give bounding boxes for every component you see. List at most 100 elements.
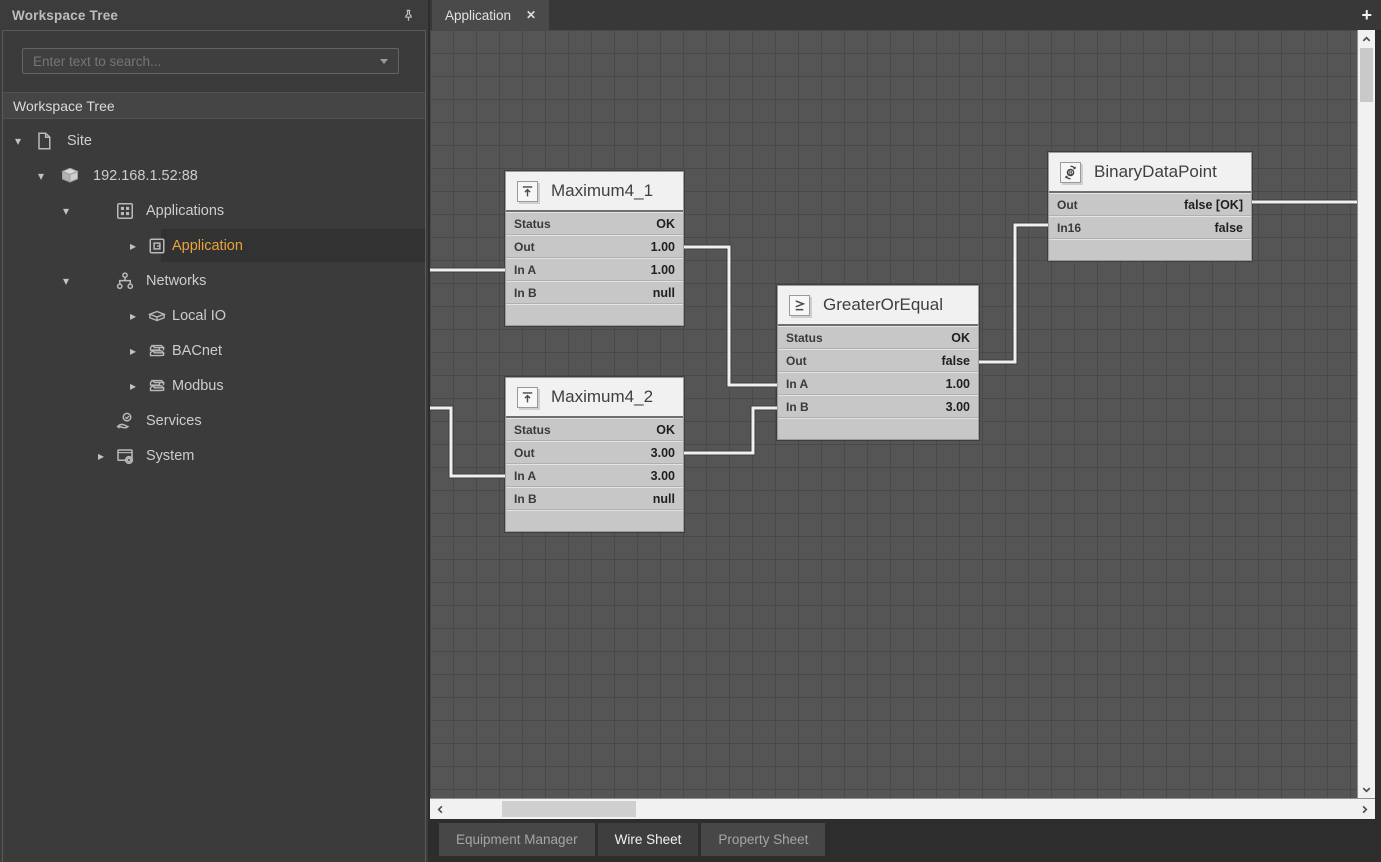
slot-value: 1.00: [651, 263, 675, 277]
tree-item-services[interactable]: Services: [3, 403, 425, 438]
block-row-in-b[interactable]: In B3.00: [778, 395, 978, 418]
vertical-scroll-thumb[interactable]: [1360, 48, 1373, 102]
tab-application[interactable]: Application ✕: [432, 0, 549, 30]
slot-value: null: [653, 286, 675, 300]
slot-label: Out: [514, 240, 535, 254]
add-tab-button[interactable]: +: [1361, 0, 1372, 30]
bottom-fill: [430, 856, 1381, 862]
block-row-out[interactable]: Out1.00: [506, 235, 683, 258]
block-row-out[interactable]: Out3.00: [506, 441, 683, 464]
block-header[interactable]: Maximum4_2: [506, 378, 683, 418]
tree-item-label: System: [146, 448, 194, 464]
block-header[interactable]: BBinaryDataPoint: [1049, 153, 1251, 193]
tab-label: Application: [445, 8, 511, 23]
block-row-in-a[interactable]: In A3.00: [506, 464, 683, 487]
chevron-down-icon[interactable]: ▾: [59, 275, 73, 287]
tree-item-label: Services: [146, 413, 202, 429]
vertical-scrollbar[interactable]: [1357, 30, 1375, 798]
tab-equipment-manager[interactable]: Equipment Manager: [439, 823, 595, 856]
tree-section-title: Workspace Tree: [3, 92, 425, 119]
block-row-in-b[interactable]: In Bnull: [506, 487, 683, 510]
block-header[interactable]: GreaterOrEqual: [778, 286, 978, 326]
slot-label: In16: [1057, 221, 1081, 235]
block-row-in-a[interactable]: In A1.00: [506, 258, 683, 281]
block-header[interactable]: Maximum4_1: [506, 172, 683, 212]
horizontal-scroll-thumb[interactable]: [502, 801, 636, 817]
block-row-status[interactable]: StatusOK: [778, 326, 978, 349]
canvas-row: Maximum4_1StatusOKOut1.00In A1.00In Bnul…: [430, 30, 1381, 798]
tree-item-label: Local IO: [172, 308, 226, 324]
block-maximum4_1[interactable]: Maximum4_1StatusOKOut1.00In A1.00In Bnul…: [505, 171, 684, 326]
block-row-out[interactable]: Outfalse: [778, 349, 978, 372]
main-area: Application✕ + Maximum4_1StatusOKOut1.00…: [430, 0, 1381, 862]
tree-item-networks[interactable]: ▾Networks: [3, 263, 425, 298]
chevron-right-icon[interactable]: ▸: [94, 450, 108, 462]
tree-item-bacnet[interactable]: ▸BACnet: [3, 333, 425, 368]
binary-data-point-icon: B: [1060, 162, 1081, 183]
wire[interactable]: [684, 408, 777, 453]
chevron-down-icon[interactable]: ▾: [11, 135, 25, 147]
block-row-in-b[interactable]: In Bnull: [506, 281, 683, 304]
tree-item-modbus[interactable]: ▸Modbus: [3, 368, 425, 403]
app-window: Workspace Tree Workspace Tree ▾Site▾192.…: [0, 0, 1381, 862]
block-title: Maximum4_2: [551, 387, 653, 407]
block-footer: [506, 510, 683, 531]
chevron-right-icon[interactable]: ▸: [126, 310, 140, 322]
search-input[interactable]: [23, 54, 380, 69]
search-area: [3, 31, 425, 74]
slot-label: In B: [514, 492, 537, 506]
close-icon[interactable]: ✕: [526, 8, 536, 22]
slot-value: 1.00: [946, 377, 970, 391]
horizontal-scrollbar[interactable]: [430, 798, 1375, 819]
view-tabbar: Equipment ManagerWire SheetProperty Shee…: [430, 823, 1381, 856]
block-maximum4_2[interactable]: Maximum4_2 StatusOKOut3.00In A3.00In Bnul…: [505, 377, 684, 532]
block-row-status[interactable]: StatusOK: [506, 212, 683, 235]
block-greater_or_equal[interactable]: GreaterOrEqual StatusOKOutfalseIn A1.00In…: [777, 285, 979, 440]
scroll-up-icon[interactable]: [1358, 30, 1375, 48]
block-row-in-a[interactable]: In A1.00: [778, 372, 978, 395]
block-row-in16[interactable]: In16false: [1049, 216, 1251, 239]
chevron-down-icon[interactable]: [380, 59, 388, 64]
tree-item-application[interactable]: ▸ Application: [3, 228, 425, 263]
block-title: GreaterOrEqual: [823, 295, 943, 315]
slot-value: 3.00: [946, 400, 970, 414]
tree-item-applications[interactable]: ▾Applications: [3, 193, 425, 228]
vertical-scroll-track[interactable]: [1358, 102, 1375, 780]
block-binary_data_point[interactable]: BBinaryDataPointOutfalse [OK]In16false: [1048, 152, 1252, 261]
workspace-tree-panel-header: Workspace Tree: [0, 0, 428, 30]
local-io-icon: [147, 306, 167, 326]
wire: [684, 247, 777, 385]
wire[interactable]: [430, 408, 505, 476]
scroll-down-icon[interactable]: [1358, 780, 1375, 798]
wire: [430, 408, 505, 476]
scroll-left-icon[interactable]: [431, 799, 449, 819]
tree-item-label: 192.168.1.52:88: [93, 168, 198, 184]
tab-wire-sheet[interactable]: Wire Sheet: [598, 823, 699, 856]
tab-property-sheet[interactable]: Property Sheet: [701, 823, 825, 856]
slot-value: false [OK]: [1184, 198, 1243, 212]
pin-icon[interactable]: [398, 5, 418, 25]
tree-item-local-io[interactable]: ▸ Local IO: [3, 298, 425, 333]
block-row-status[interactable]: StatusOK: [506, 418, 683, 441]
applications-icon: [115, 201, 135, 221]
wire[interactable]: [684, 247, 777, 385]
block-footer: [506, 304, 683, 325]
site-document-icon: [34, 131, 54, 151]
chevron-down-icon[interactable]: ▾: [34, 170, 48, 182]
wire-sheet-canvas[interactable]: Maximum4_1StatusOKOut1.00In A1.00In Bnul…: [430, 30, 1357, 798]
chevron-down-icon[interactable]: ▾: [59, 205, 73, 217]
chevron-right-icon[interactable]: ▸: [126, 345, 140, 357]
tree-item-192-168-1-52-88[interactable]: ▾ 192.168.1.52:88: [3, 158, 425, 193]
block-row-out[interactable]: Outfalse [OK]: [1049, 193, 1251, 216]
scroll-right-icon[interactable]: [1355, 799, 1373, 819]
tree-item-site[interactable]: ▾Site: [3, 123, 425, 158]
application-icon: [147, 236, 167, 256]
wire[interactable]: [979, 225, 1048, 362]
services-icon: [115, 411, 135, 431]
tree-item-system[interactable]: ▸ System: [3, 438, 425, 473]
slot-label: Out: [786, 354, 807, 368]
chevron-right-icon[interactable]: ▸: [126, 240, 140, 252]
tree-item-label: Application: [172, 238, 243, 254]
chevron-right-icon[interactable]: ▸: [126, 380, 140, 392]
workspace-tree: ▾Site▾192.168.1.52:88▾Applications▸Appli…: [3, 119, 425, 473]
